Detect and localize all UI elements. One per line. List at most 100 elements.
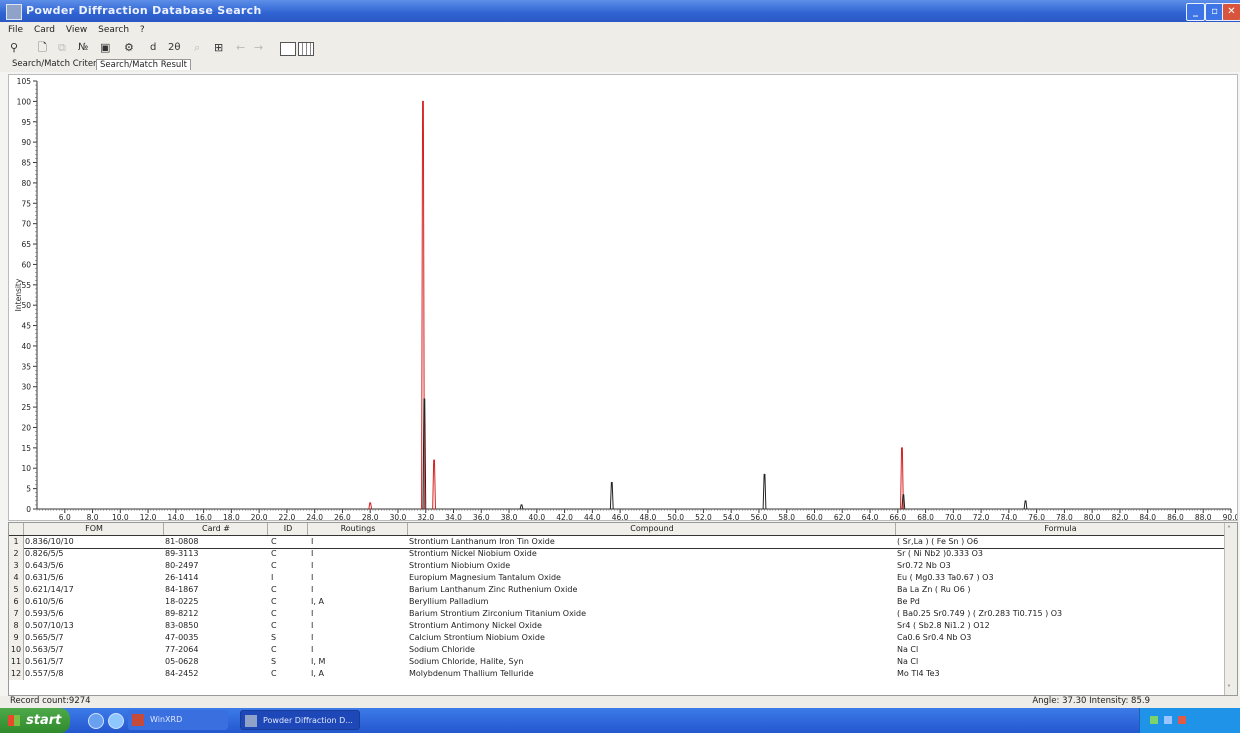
column-header-fom[interactable]: FOM: [23, 523, 164, 535]
table-row[interactable]: 11 0.561/5/7 05-0628 S I, M Sodium Chloride, …: [9, 656, 1224, 668]
tab-strip: Search/Match Criteria Search/Match Resul…: [0, 58, 1240, 72]
y-tick-label: 85: [21, 159, 31, 168]
cell-card: 84-2452: [165, 669, 199, 678]
tray-clock[interactable]: [1196, 708, 1236, 733]
number-sort-button[interactable]: №: [78, 40, 88, 55]
column-header-id[interactable]: ID: [267, 523, 308, 535]
column-header-compound[interactable]: Compound: [407, 523, 896, 535]
menu-bar: File Card View Search ?: [0, 22, 1240, 38]
tray-volume-icon[interactable]: [1164, 716, 1172, 724]
cell-id: C: [271, 669, 277, 678]
results-table[interactable]: FOM Card # ID Routings Compound Formula …: [8, 522, 1238, 696]
x-tick-label: 12.0: [140, 513, 157, 520]
powder-diffraction-icon: [245, 715, 257, 727]
tray-network-icon[interactable]: [1150, 716, 1158, 724]
windows-logo-icon: [8, 715, 20, 726]
cell-id: C: [271, 609, 277, 618]
scroll-up-icon[interactable]: ˄: [1227, 525, 1231, 534]
scroll-down-icon[interactable]: ˅: [1227, 684, 1231, 693]
x-tick-label: 64.0: [862, 513, 879, 520]
zoom-out-icon[interactable]: ⌕: [194, 40, 200, 55]
x-tick-label: 86.0: [1167, 513, 1184, 520]
cell-routings: I: [311, 537, 314, 546]
cell-routings: I: [311, 585, 314, 594]
table-scrollbar[interactable]: ˄ ˅: [1224, 523, 1237, 695]
table-header: FOM Card # ID Routings Compound Formula: [9, 523, 1224, 536]
task-powder-diffraction-label: Powder Diffraction D...: [263, 716, 353, 725]
menu-file[interactable]: File: [8, 22, 23, 38]
cell-formula: Ca0.6 Sr0.4 Nb O3: [897, 633, 972, 642]
cell-fom: 0.610/5/6: [25, 597, 64, 606]
tab-search-match-criteria[interactable]: Search/Match Criteria: [12, 59, 104, 69]
x-tick-label: 20.0: [251, 513, 268, 520]
table-row[interactable]: 6 0.610/5/6 18-0225 C I, A Beryllium Palladiu…: [9, 596, 1224, 608]
settings-icon[interactable]: ⚙: [124, 40, 134, 55]
cell-fom: 0.557/5/8: [25, 669, 64, 678]
minimize-button[interactable]: _: [1186, 3, 1205, 21]
cell-id: C: [271, 561, 277, 570]
table-row[interactable]: 4 0.631/5/6 26-1414 I I Europium Magnesium Ta…: [9, 572, 1224, 584]
cell-fom: 0.631/5/6: [25, 573, 64, 582]
diffraction-chart[interactable]: 105 100 95 90 85 80 75 70 65 60 55 50 45 40 35 30 25 20 15…: [8, 74, 1240, 522]
table-row[interactable]: 7 0.593/5/6 89-8212 C I Barium Strontium Zirc…: [9, 608, 1224, 620]
search-tool-icon[interactable]: ⚲: [10, 40, 18, 55]
y-tick-label: 80: [21, 179, 31, 188]
grid-view-icon[interactable]: [298, 42, 314, 56]
row-number: 7: [9, 608, 24, 620]
table-row[interactable]: 12 0.557/5/8 84-2452 C I, A Molybdenum Thalli…: [9, 668, 1224, 680]
toolbar: ⚲ 🗋 ⧉ № ▣ ⚙ d 2θ ⌕ ⊞ ← →: [0, 38, 1240, 58]
d-spacing-button[interactable]: d: [150, 40, 156, 55]
preview-icon[interactable]: 🗋: [38, 40, 47, 55]
cell-fom: 0.836/10/10: [25, 537, 74, 546]
x-tick-label: 50.0: [667, 513, 684, 520]
zoom-fit-icon[interactable]: ⊞: [214, 40, 223, 55]
table-row[interactable]: 9 0.565/5/7 47-0035 S I Calcium Strontium Nio…: [9, 632, 1224, 644]
menu-search[interactable]: Search: [98, 22, 129, 38]
table-row[interactable]: 2 0.826/5/5 89-3113 C I Strontium Nickel Niob…: [9, 548, 1224, 560]
forward-arrow-icon[interactable]: →: [254, 40, 263, 55]
row-number: 8: [9, 620, 24, 632]
table-row[interactable]: 8 0.507/10/13 83-0850 C I Strontium Antimony …: [9, 620, 1224, 632]
row-number: 2: [9, 548, 24, 560]
x-tick-label: 46.0: [612, 513, 629, 520]
close-button[interactable]: ✕: [1222, 3, 1240, 21]
start-button[interactable]: start: [0, 708, 70, 733]
task-winxrd[interactable]: WinXRD: [128, 710, 228, 730]
cell-formula: Na Cl: [897, 657, 919, 666]
copy-icon[interactable]: ⧉: [58, 40, 66, 55]
row-number: 6: [9, 596, 24, 608]
table-row[interactable]: 5 0.621/14/17 84-1867 C I Barium Lanthanum Zi…: [9, 584, 1224, 596]
x-tick-label: 90.0: [1223, 513, 1237, 520]
cell-formula: Sr4 ( Sb2.8 Ni1.2 ) O12: [897, 621, 990, 630]
column-header-card[interactable]: Card #: [163, 523, 268, 535]
table-row[interactable]: 10 0.563/5/7 77-2064 C I Sodium Chloride Na Cl: [9, 644, 1224, 656]
quick-launch-icon[interactable]: [88, 713, 104, 729]
table-row[interactable]: 1 0.836/10/10 81-0808 C I Strontium Lanthanum…: [9, 535, 1225, 549]
menu-card[interactable]: Card: [34, 22, 55, 38]
tray-security-icon[interactable]: [1178, 716, 1186, 724]
menu-help[interactable]: ?: [140, 22, 145, 38]
print-icon[interactable]: ▣: [100, 40, 110, 55]
diffraction-peak: [368, 502, 373, 510]
column-header-routings[interactable]: Routings: [307, 523, 408, 535]
task-powder-diffraction[interactable]: Powder Diffraction D...: [240, 710, 360, 730]
cell-routings: I: [311, 609, 314, 618]
back-arrow-icon[interactable]: ←: [236, 40, 245, 55]
quick-launch-browser-icon[interactable]: [108, 713, 124, 729]
cell-card: 77-2064: [165, 645, 199, 654]
two-theta-button[interactable]: 2θ: [168, 40, 180, 55]
table-row[interactable]: 3 0.643/5/6 80-2497 C I Strontium Niobium Oxi…: [9, 560, 1224, 572]
x-tick-label: 70.0: [945, 513, 962, 520]
y-tick-label: 45: [21, 322, 31, 331]
cell-id: I: [271, 573, 274, 582]
cell-formula: Mo Tl4 Te3: [897, 669, 940, 678]
menu-view[interactable]: View: [66, 22, 87, 38]
single-view-icon[interactable]: [280, 42, 296, 56]
cell-formula: ( Sr,La ) ( Fe Sn ) O6: [897, 537, 979, 546]
tab-search-match-result[interactable]: Search/Match Result: [96, 59, 191, 70]
column-header-formula[interactable]: Formula: [895, 523, 1225, 535]
x-tick-label: 78.0: [1056, 513, 1073, 520]
cell-compound: Sodium Chloride, Halite, Syn: [409, 657, 524, 666]
cell-routings: I: [311, 549, 314, 558]
cell-card: 89-8212: [165, 609, 199, 618]
